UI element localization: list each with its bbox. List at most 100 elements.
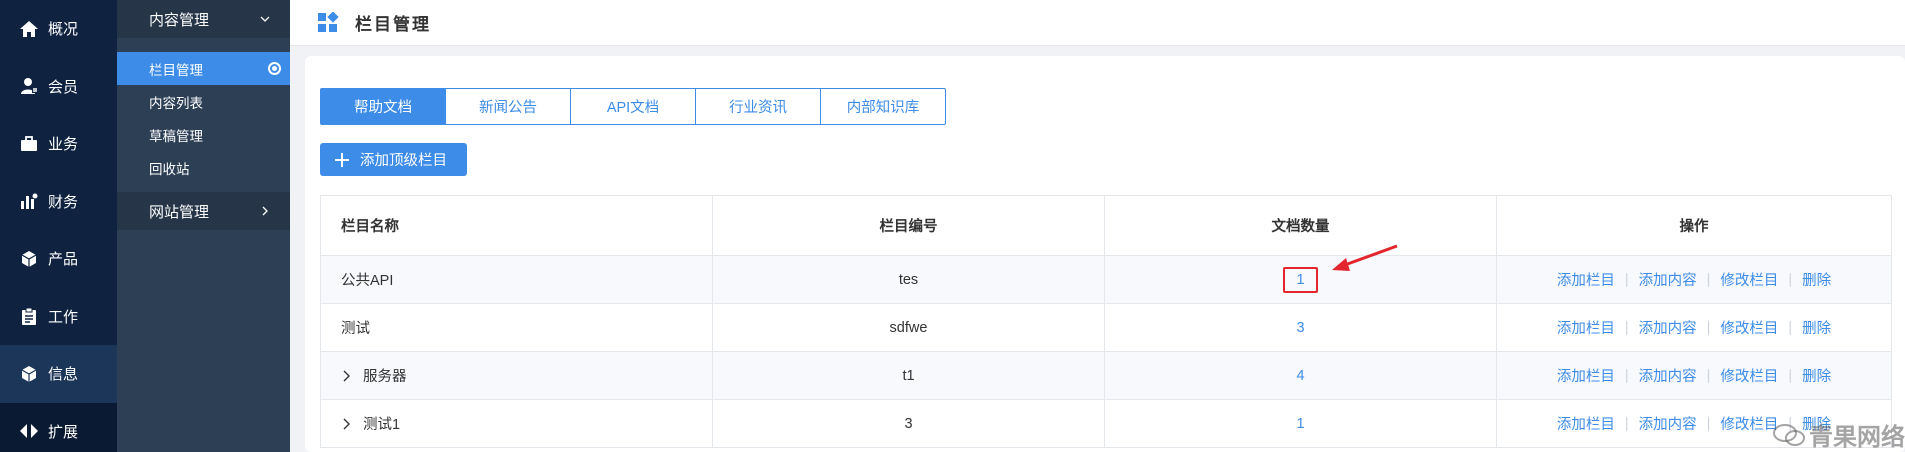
sidebar-item-drafts[interactable]: 草稿管理	[117, 118, 290, 151]
edit-column-link[interactable]: 修改栏目	[1720, 413, 1778, 434]
nav-extend[interactable]: 扩展	[0, 402, 117, 452]
extend-icon	[18, 420, 40, 442]
product-icon	[18, 248, 40, 270]
table-header: 栏目名称 栏目编号 文档数量 操作	[321, 196, 1891, 256]
column-code: 3	[713, 400, 1105, 447]
finance-icon	[18, 190, 40, 212]
add-column-link[interactable]: 添加栏目	[1557, 413, 1615, 434]
chevron-right-icon[interactable]	[341, 370, 353, 382]
column-name-cell: 测试1	[321, 400, 713, 447]
annotation-arrow-icon	[1332, 244, 1398, 271]
chevron-right-icon[interactable]	[341, 418, 353, 430]
home-icon	[18, 18, 40, 40]
page-header: 栏目管理	[290, 0, 1905, 46]
tab-industry-news[interactable]: 行业资讯	[695, 88, 821, 125]
nav-work[interactable]: 工作	[0, 288, 117, 346]
actions-cell: 添加栏目 | 添加内容 | 修改栏目 | 删除	[1497, 352, 1891, 399]
column-header: 文档数量	[1105, 196, 1497, 255]
add-content-link[interactable]: 添加内容	[1639, 365, 1697, 386]
doc-count-link[interactable]: 1	[1283, 266, 1318, 293]
category-tabs: 帮助文档 新闻公告 API文档 行业资讯 内部知识库	[320, 88, 946, 125]
watermark: 青果网络	[1772, 417, 1905, 452]
briefcase-icon	[18, 133, 40, 155]
column-name: 服务器	[363, 369, 407, 385]
doc-count-link[interactable]: 3	[1296, 320, 1304, 336]
info-icon	[18, 363, 40, 385]
group-label: 网站管理	[149, 203, 210, 221]
column-header: 栏目名称	[321, 196, 713, 255]
sidebar-item-recycle-bin[interactable]: 回收站	[117, 151, 290, 184]
column-name: 测试	[321, 304, 713, 351]
chevron-down-icon	[260, 16, 270, 22]
main-panel: 帮助文档 新闻公告 API文档 行业资讯 内部知识库 添加顶级栏目 栏目名称 栏…	[305, 56, 1905, 452]
doc-count-cell: 1	[1105, 400, 1497, 447]
nav-label: 扩展	[48, 423, 79, 441]
add-content-link[interactable]: 添加内容	[1639, 317, 1697, 338]
active-indicator-icon	[268, 62, 281, 75]
doc-count-link[interactable]: 1	[1296, 416, 1304, 432]
column-name: 公共API	[321, 256, 713, 303]
nav-product[interactable]: 产品	[0, 230, 117, 288]
edit-column-link[interactable]: 修改栏目	[1720, 269, 1778, 290]
actions-cell: 添加栏目 | 添加内容 | 修改栏目 | 删除	[1497, 256, 1891, 303]
nav-label: 业务	[48, 136, 79, 154]
delete-link[interactable]: 删除	[1802, 317, 1831, 338]
tab-help-docs[interactable]: 帮助文档	[320, 88, 446, 125]
column-code: t1	[713, 352, 1105, 399]
delete-link[interactable]: 删除	[1802, 269, 1831, 290]
table-row: 服务器 t1 4 添加栏目 | 添加内容 | 修改栏目 | 删除	[321, 352, 1891, 400]
column-header: 操作	[1679, 219, 1709, 235]
nav-label: 信息	[48, 366, 79, 384]
apps-icon	[318, 11, 339, 32]
column-code: sdfwe	[713, 304, 1105, 351]
nav-member[interactable]: 会员	[0, 58, 117, 116]
column-table: 栏目名称 栏目编号 文档数量 操作 公共API tes 1 添加栏目 | 添加内容…	[320, 195, 1892, 448]
add-top-column-button[interactable]: 添加顶级栏目	[320, 143, 467, 176]
sidebar-item-label: 草稿管理	[149, 128, 203, 144]
edit-column-link[interactable]: 修改栏目	[1720, 317, 1778, 338]
tab-knowledge-base[interactable]: 内部知识库	[820, 88, 946, 125]
nav-label: 工作	[48, 308, 79, 326]
group-label: 内容管理	[149, 11, 210, 29]
sidebar-item-content-list[interactable]: 内容列表	[117, 85, 290, 118]
nav-label: 会员	[48, 78, 79, 96]
column-name: 测试1	[363, 417, 401, 433]
column-name-cell: 服务器	[321, 352, 713, 399]
add-content-link[interactable]: 添加内容	[1639, 269, 1697, 290]
doc-count-link[interactable]: 4	[1296, 368, 1304, 384]
delete-link[interactable]: 删除	[1802, 365, 1831, 386]
sidebar-item-label: 栏目管理	[149, 62, 203, 78]
nav-label: 财务	[48, 193, 79, 211]
tab-api-docs[interactable]: API文档	[570, 88, 696, 125]
content-management-group[interactable]: 内容管理	[117, 0, 290, 38]
nav-info[interactable]: 信息	[0, 345, 117, 403]
clipboard-icon	[18, 305, 40, 327]
website-management-group[interactable]: 网站管理	[117, 192, 290, 230]
add-content-link[interactable]: 添加内容	[1639, 413, 1697, 434]
sidebar-item-label: 内容列表	[149, 95, 203, 111]
add-column-link[interactable]: 添加栏目	[1557, 365, 1615, 386]
actions-cell: 添加栏目 | 添加内容 | 修改栏目 | 删除	[1497, 304, 1891, 351]
member-icon	[18, 75, 40, 97]
edit-column-link[interactable]: 修改栏目	[1720, 365, 1778, 386]
add-column-link[interactable]: 添加栏目	[1557, 269, 1615, 290]
wechat-icon	[1773, 423, 1805, 446]
table-row: 测试1 3 1 添加栏目 | 添加内容 | 修改栏目 | 删除	[321, 400, 1891, 448]
table-row: 公共API tes 1 添加栏目 | 添加内容 | 修改栏目 | 删除	[321, 256, 1891, 304]
doc-count-cell: 3	[1105, 304, 1497, 351]
secondary-sidebar: 内容管理 栏目管理 内容列表 草稿管理 回收站 网站管理	[117, 0, 290, 452]
nav-label: 产品	[48, 251, 79, 269]
nav-overview[interactable]: 概况	[0, 0, 117, 58]
nav-finance[interactable]: 财务	[0, 173, 117, 231]
column-code: tes	[713, 256, 1105, 303]
watermark-text: 青果网络	[1809, 424, 1905, 451]
nav-label: 概况	[48, 21, 79, 39]
sidebar-item-label: 回收站	[149, 161, 190, 177]
page-title: 栏目管理	[355, 15, 431, 34]
plus-icon	[335, 152, 349, 167]
sidebar-item-column-management[interactable]: 栏目管理	[117, 52, 290, 85]
add-column-link[interactable]: 添加栏目	[1557, 317, 1615, 338]
tab-news[interactable]: 新闻公告	[445, 88, 571, 125]
nav-business[interactable]: 业务	[0, 115, 117, 173]
primary-sidebar: 概况 会员 业务 财务 产品 工作 信息 扩展	[0, 0, 117, 452]
